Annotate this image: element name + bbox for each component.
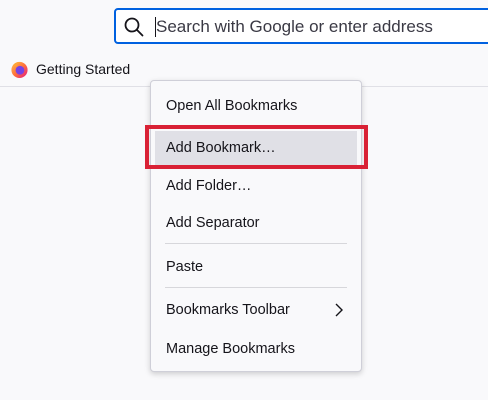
address-input[interactable]: [156, 14, 486, 40]
menu-separator: [165, 243, 347, 244]
bookmark-label: Getting Started: [36, 61, 131, 77]
menu-separator: [165, 287, 347, 288]
menu-item-label: Add Folder…: [166, 178, 252, 194]
menu-item-label: Manage Bookmarks: [166, 341, 295, 357]
bookmarks-context-menu: Open All Bookmarks Add Bookmark… Add Fol…: [150, 80, 362, 372]
address-bar[interactable]: [114, 8, 488, 44]
firefox-icon: [11, 61, 28, 78]
menu-item-open-all-bookmarks[interactable]: Open All Bookmarks: [155, 89, 357, 123]
menu-item-manage-bookmarks[interactable]: Manage Bookmarks: [155, 332, 357, 366]
menu-item-label: Open All Bookmarks: [166, 98, 298, 114]
menu-item-label: Bookmarks Toolbar: [166, 302, 290, 318]
menu-item-paste[interactable]: Paste: [155, 250, 357, 284]
menu-item-add-separator[interactable]: Add Separator: [155, 206, 357, 240]
navigation-toolbar: [0, 0, 488, 52]
menu-item-add-folder[interactable]: Add Folder…: [155, 169, 357, 203]
chevron-right-icon: [335, 303, 343, 317]
annotation-highlight-box: [145, 125, 368, 169]
menu-item-bookmarks-toolbar[interactable]: Bookmarks Toolbar: [155, 293, 357, 327]
search-icon: [124, 17, 144, 37]
bookmark-getting-started[interactable]: Getting Started: [10, 58, 130, 80]
menu-item-label: Paste: [166, 259, 204, 275]
menu-item-label: Add Separator: [166, 215, 260, 231]
